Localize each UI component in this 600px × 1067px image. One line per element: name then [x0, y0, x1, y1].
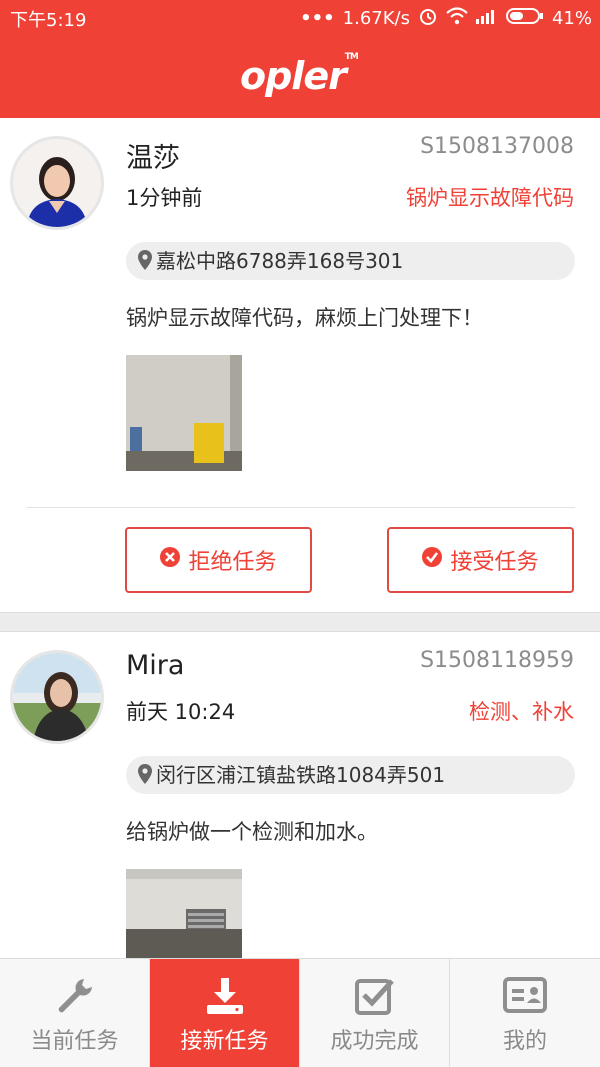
task-time: 1分钟前	[126, 186, 203, 210]
download-icon	[204, 975, 246, 1017]
task-card[interactable]: 温莎 S1508137008 1分钟前 锅炉显示故障代码 嘉松中路6788弄16…	[0, 118, 600, 612]
task-description: 给锅炉做一个检测和加水。	[126, 820, 378, 844]
tab-label: 我的	[502, 1029, 547, 1054]
address-text: 嘉松中路6788弄168号301	[156, 249, 404, 273]
order-number: S1508137008	[420, 134, 574, 159]
card-divider	[26, 507, 575, 508]
alarm-icon	[418, 6, 438, 31]
customer-avatar	[10, 650, 104, 744]
check-circle-icon	[422, 547, 443, 573]
signal-icon	[475, 8, 498, 29]
customer-name: 温莎	[126, 143, 180, 174]
reject-label: 拒绝任务	[188, 550, 277, 575]
status-right: ••• 1.67K/s 41%	[300, 6, 592, 31]
id-card-icon	[503, 975, 547, 1017]
card-separator	[0, 612, 600, 632]
brand-logo: opler TM	[240, 52, 359, 98]
address-text: 闵行区浦江镇盐铁路1084弄501	[156, 763, 446, 787]
location-pin-icon	[138, 244, 152, 282]
status-bar: 下午5:19 ••• 1.67K/s 41%	[0, 0, 600, 34]
tab-current-tasks[interactable]: 当前任务	[0, 959, 150, 1067]
bottom-tab-bar: 当前任务 接新任务 成功完成 我的	[0, 958, 600, 1067]
battery-icon	[505, 7, 544, 30]
task-photo[interactable]	[126, 869, 242, 958]
address-pill: 闵行区浦江镇盐铁路1084弄501	[126, 756, 575, 794]
status-time: 下午5:19	[10, 10, 87, 31]
net-speed: 1.67K/s	[342, 8, 410, 29]
tab-completed[interactable]: 成功完成	[300, 959, 450, 1067]
address-pill: 嘉松中路6788弄168号301	[126, 242, 575, 280]
tab-new-tasks[interactable]: 接新任务	[150, 959, 300, 1067]
app-header: opler TM	[0, 34, 600, 118]
accept-task-button[interactable]: 接受任务	[387, 527, 574, 593]
task-photo[interactable]	[126, 355, 242, 471]
wifi-icon	[446, 7, 468, 30]
tab-label: 成功完成	[330, 1029, 419, 1054]
accept-label: 接受任务	[450, 550, 539, 575]
customer-name: Mira	[126, 650, 185, 681]
reject-task-button[interactable]: 拒绝任务	[125, 527, 312, 593]
task-card[interactable]: Mira S1508118959 前天 10:24 检测、补水 闵行区浦江镇盐铁…	[0, 632, 600, 958]
task-issue: 检测、补水	[469, 700, 574, 724]
wrench-icon	[54, 975, 96, 1017]
customer-avatar	[10, 136, 104, 230]
close-circle-icon	[160, 547, 181, 573]
task-issue: 锅炉显示故障代码	[406, 186, 574, 210]
order-number: S1508118959	[420, 648, 574, 673]
more-dots-icon: •••	[300, 8, 335, 29]
tab-mine[interactable]: 我的	[450, 959, 600, 1067]
tab-label: 接新任务	[180, 1029, 269, 1054]
checkbox-icon	[354, 975, 396, 1017]
location-pin-icon	[138, 758, 152, 796]
tab-label: 当前任务	[30, 1029, 119, 1054]
task-time: 前天 10:24	[126, 700, 236, 724]
battery-percent: 41%	[551, 8, 592, 29]
task-description: 锅炉显示故障代码，麻烦上门处理下！	[126, 306, 483, 330]
